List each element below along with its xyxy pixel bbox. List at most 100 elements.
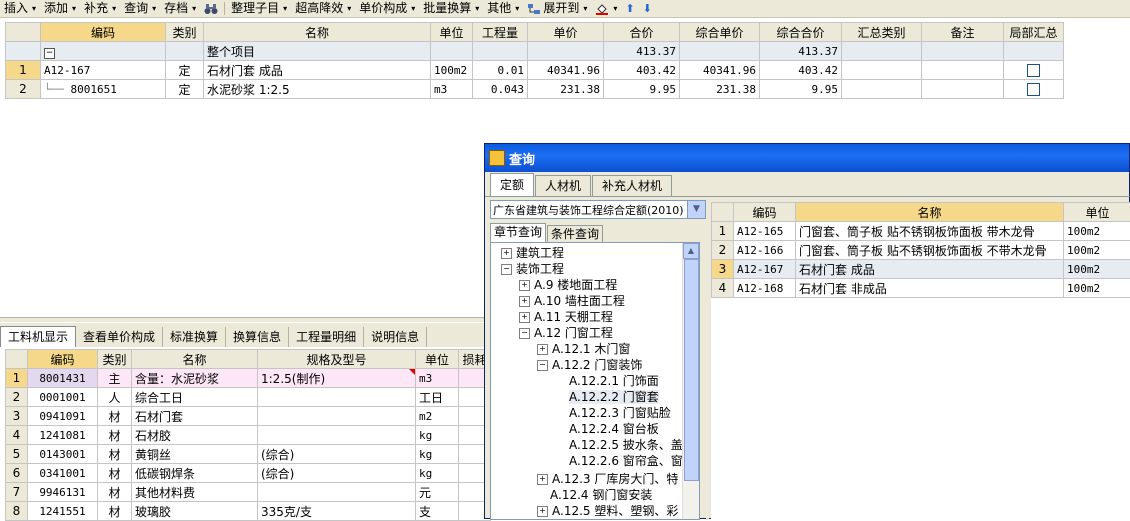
cell-unit[interactable]: 支 bbox=[416, 502, 459, 521]
col-header-remark[interactable]: 备注 bbox=[922, 23, 1004, 42]
cell-unit[interactable]: 100m2 bbox=[1064, 260, 1130, 279]
archive-menu[interactable]: 存档▾ bbox=[160, 0, 200, 17]
tree-node[interactable]: +A.12.5 塑料、塑钢、彩 bbox=[537, 503, 678, 519]
tree-node[interactable]: +A.10 墙柱面工程 bbox=[519, 293, 625, 309]
cell-type[interactable]: 材 bbox=[98, 445, 132, 464]
col-header-code[interactable]: 编码 bbox=[28, 350, 98, 369]
tab-quantity-detail[interactable]: 工程量明细 bbox=[289, 327, 364, 347]
table-row[interactable]: 4 1241081 材 石材胶 kg bbox=[6, 426, 491, 445]
cell-code[interactable]: 0341001 bbox=[28, 464, 98, 483]
tab-quota[interactable]: 定额 bbox=[490, 173, 534, 196]
supplement-menu[interactable]: 补充▾ bbox=[80, 0, 120, 17]
cell-type[interactable]: 主 bbox=[98, 369, 132, 388]
table-row[interactable]: 1 A12-165 门窗套、筒子板 贴不锈钢板饰面板 带木龙骨 100m2 bbox=[712, 222, 1130, 241]
cell-code[interactable]: A12-167 bbox=[734, 260, 796, 279]
checkbox[interactable] bbox=[1027, 64, 1040, 77]
tree-node[interactable]: A.12.2.6 窗帘盒、窗 bbox=[569, 453, 683, 469]
table-row[interactable]: 5 0143001 材 黄铜丝 (综合) kg bbox=[6, 445, 491, 464]
tab-description[interactable]: 说明信息 bbox=[364, 327, 427, 347]
cell-summary-type[interactable] bbox=[842, 61, 922, 80]
col-header-total[interactable]: 合价 bbox=[604, 23, 680, 42]
cell-spec[interactable] bbox=[258, 388, 416, 407]
cell-name[interactable]: 水泥砂浆 1:2.5 bbox=[204, 80, 431, 99]
expand-icon[interactable]: + bbox=[537, 506, 548, 517]
tab-condition-search[interactable]: 条件查询 bbox=[547, 225, 603, 243]
cell-name[interactable]: 石材胶 bbox=[132, 426, 258, 445]
cell-spec[interactable]: 1:2.5(制作) bbox=[258, 369, 416, 388]
cell-code[interactable]: └── 8001651 bbox=[41, 80, 166, 99]
cell-spec[interactable]: (综合) bbox=[258, 464, 416, 483]
find-button[interactable] bbox=[200, 0, 222, 17]
cell-spec[interactable] bbox=[258, 407, 416, 426]
row-number[interactable]: 7 bbox=[6, 483, 28, 502]
cell-unit[interactable]: 100m2 bbox=[1064, 222, 1130, 241]
other-menu[interactable]: 其他▾ bbox=[483, 0, 523, 17]
col-header-name[interactable]: 名称 bbox=[132, 350, 258, 369]
dialog-title-bar[interactable]: 查询 bbox=[485, 144, 1129, 172]
tab-standard-conversion[interactable]: 标准换算 bbox=[163, 327, 226, 347]
tree-node[interactable]: A.12.2.3 门窗贴脸 bbox=[569, 405, 671, 421]
summary-row[interactable]: − 整个项目 413.37 413.37 bbox=[6, 42, 1064, 61]
cell-name[interactable]: 黄铜丝 bbox=[132, 445, 258, 464]
cell-name[interactable]: 含量：水泥砂浆 bbox=[132, 369, 258, 388]
chevron-down-icon[interactable]: ▼ bbox=[687, 201, 705, 218]
cell-name[interactable]: 石材门套 bbox=[132, 407, 258, 426]
row-number[interactable]: 2 bbox=[6, 80, 41, 99]
cell-unit[interactable]: 工日 bbox=[416, 388, 459, 407]
cell-type[interactable]: 材 bbox=[98, 464, 132, 483]
cell-name[interactable]: 低碳钢焊条 bbox=[132, 464, 258, 483]
col-header-unit[interactable]: 单位 bbox=[416, 350, 459, 369]
insert-menu[interactable]: 插入▾ bbox=[0, 0, 40, 17]
row-number[interactable]: 4 bbox=[6, 426, 28, 445]
collapse-icon[interactable]: − bbox=[44, 48, 55, 59]
tree-node[interactable]: A.12.4 钢门窗安装 bbox=[550, 487, 652, 503]
tab-labor-material-machine[interactable]: 人材机 bbox=[535, 175, 591, 196]
col-header-code[interactable]: 编码 bbox=[41, 23, 166, 42]
collapse-icon[interactable]: − bbox=[501, 264, 512, 275]
tree-node[interactable]: −A.12.2 门窗装饰 bbox=[537, 357, 642, 373]
tree-node[interactable]: +A.12.3 厂库房大门、特 bbox=[537, 471, 678, 487]
cell-type[interactable]: 材 bbox=[98, 502, 132, 521]
expand-icon[interactable]: + bbox=[501, 248, 512, 259]
row-number[interactable]: 4 bbox=[712, 279, 734, 298]
cell-type[interactable]: 材 bbox=[98, 483, 132, 502]
tree-node[interactable]: A.12.2.4 窗台板 bbox=[569, 421, 659, 437]
row-number[interactable]: 1 bbox=[6, 369, 28, 388]
collapse-icon[interactable]: − bbox=[519, 328, 530, 339]
cell-code[interactable]: A12-166 bbox=[734, 241, 796, 260]
cell-type[interactable]: 人 bbox=[98, 388, 132, 407]
tree-node[interactable]: +A.11 天棚工程 bbox=[519, 309, 613, 325]
tree-node[interactable]: +建筑工程 bbox=[501, 245, 564, 261]
cell-code[interactable]: 0941091 bbox=[28, 407, 98, 426]
cell-unit[interactable]: 100m2 bbox=[431, 61, 473, 80]
table-row-selected[interactable]: 3 A12-167 石材门套 成品 100m2 bbox=[712, 260, 1130, 279]
tree-node[interactable]: −A.12 门窗工程 bbox=[519, 325, 613, 341]
col-header-spec[interactable]: 规格及型号 bbox=[258, 350, 416, 369]
cell-unit[interactable]: 元 bbox=[416, 483, 459, 502]
cell-remark[interactable] bbox=[922, 61, 1004, 80]
batch-convert-menu[interactable]: 批量换算▾ bbox=[419, 0, 483, 17]
col-header-unit[interactable]: 单位 bbox=[431, 23, 473, 42]
table-row[interactable]: 1 A12-167 定 石材门套 成品 100m2 0.01 40341.96 … bbox=[6, 61, 1064, 80]
tab-material-display[interactable]: 工料机显示 bbox=[0, 326, 76, 347]
tree-node[interactable]: +A.12.1 木门窗 bbox=[537, 341, 630, 357]
cell-unit[interactable]: m3 bbox=[431, 80, 473, 99]
table-row[interactable]: 1 8001431 主 含量：水泥砂浆 1:2.5(制作) m3 bbox=[6, 369, 491, 388]
row-number[interactable]: 1 bbox=[712, 222, 734, 241]
col-header-price[interactable]: 单价 bbox=[528, 23, 604, 42]
table-row[interactable]: 4 A12-168 石材门套 非成品 100m2 bbox=[712, 279, 1130, 298]
cell-name[interactable]: 门窗套、筒子板 贴不锈钢板饰面板 带木龙骨 bbox=[796, 222, 1064, 241]
expand-to-menu[interactable]: 展开到▾ bbox=[523, 0, 591, 17]
cell-name[interactable]: 综合工日 bbox=[132, 388, 258, 407]
cell-spec[interactable] bbox=[258, 426, 416, 445]
cell-spec[interactable] bbox=[258, 483, 416, 502]
col-header-qty[interactable]: 工程量 bbox=[473, 23, 528, 42]
expand-icon[interactable]: + bbox=[519, 312, 530, 323]
cell-name[interactable]: 其他材料费 bbox=[132, 483, 258, 502]
col-header-name[interactable]: 名称 bbox=[204, 23, 431, 42]
cell-summary-type[interactable] bbox=[842, 80, 922, 99]
query-menu[interactable]: 查询▾ bbox=[120, 0, 160, 17]
cell-qty[interactable]: 0.01 bbox=[473, 61, 528, 80]
move-down-button[interactable]: ⬇ bbox=[639, 0, 656, 17]
table-row[interactable]: 2 A12-166 门窗套、筒子板 贴不锈钢板饰面板 不带木龙骨 100m2 bbox=[712, 241, 1130, 260]
